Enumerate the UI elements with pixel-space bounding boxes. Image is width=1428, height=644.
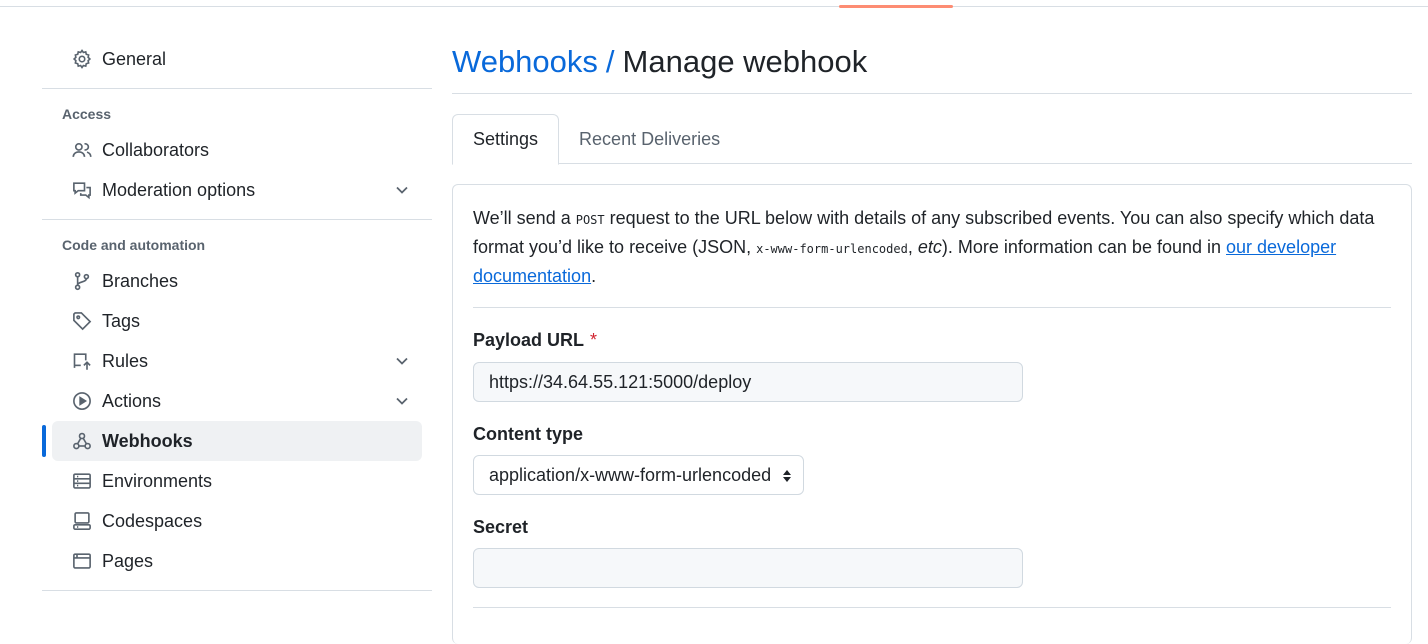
required-asterisk: * [590, 329, 598, 350]
divider [42, 88, 432, 89]
secret-label: Secret [473, 516, 529, 537]
codespaces-icon [72, 511, 92, 531]
payload-url-label-text: Payload URL [473, 329, 585, 350]
server-icon [72, 471, 92, 491]
gear-icon [72, 49, 92, 69]
divider [452, 93, 1412, 94]
chevron-down-icon [396, 357, 408, 365]
urlencoded-code: x-www-form-urlencoded [756, 242, 908, 256]
intro-part: . [591, 266, 597, 286]
sidebar-item-general[interactable]: General [52, 39, 422, 79]
page-title-text: Manage webhook [622, 44, 868, 79]
sidebar-item-label: General [102, 48, 167, 69]
sidebar-item-rules[interactable]: Rules [52, 341, 422, 381]
etc-text: etc [917, 237, 942, 257]
section-heading-access: Access [62, 106, 112, 122]
sidebar-item-tags[interactable]: Tags [52, 301, 422, 341]
tab-recent-deliveries[interactable]: Recent Deliveries [559, 114, 740, 164]
sidebar-item-codespaces[interactable]: Codespaces [52, 501, 422, 541]
chevron-down-icon [396, 397, 408, 405]
section-heading-code-automation: Code and automation [62, 237, 206, 253]
sidebar-item-label: Webhooks [102, 430, 193, 451]
sidebar-item-label: Tags [102, 310, 141, 331]
divider [42, 219, 432, 220]
content-type-label: Content type [473, 423, 583, 444]
intro-part: ). More information can be found in [941, 237, 1227, 257]
tab-settings[interactable]: Settings [452, 114, 560, 165]
webhook-icon [72, 431, 92, 451]
top-border [0, 6, 1428, 7]
sidebar-item-webhooks[interactable]: Webhooks [42, 421, 422, 461]
repo-tab-indicator [839, 5, 953, 8]
sidebar-item-label: Environments [102, 470, 213, 491]
content-type-value: application/x-www-form-urlencoded [489, 464, 772, 485]
divider [473, 607, 1391, 608]
main-content: Webhooks / Manage webhook Settings Recen… [452, 38, 1412, 644]
webhook-settings-panel: We’ll send a POST request to the URL bel… [452, 184, 1412, 644]
intro-text: We’ll send a POST request to the URL bel… [473, 205, 1391, 290]
chevron-down-icon [396, 186, 408, 194]
git-branch-icon [72, 271, 92, 291]
sidebar-item-label: Actions [102, 390, 162, 411]
divider [42, 590, 432, 591]
sidebar-item-label: Pages [102, 550, 154, 571]
sidebar-item-environments[interactable]: Environments [52, 461, 422, 501]
intro-part: We’ll send a [473, 208, 576, 228]
post-code: POST [575, 213, 605, 227]
sidebar-item-moderation[interactable]: Moderation options [52, 170, 422, 210]
sidebar-item-label: Moderation options [102, 179, 256, 200]
breadcrumb-separator: / [605, 44, 615, 79]
settings-sidebar: General Access Collaborators Moderation … [42, 38, 432, 600]
tab-bar: Settings Recent Deliveries [452, 114, 1412, 165]
people-icon [72, 140, 92, 160]
intro-part: , [907, 237, 918, 257]
sidebar-item-label: Rules [102, 350, 149, 371]
sidebar-item-collaborators[interactable]: Collaborators [52, 130, 422, 170]
sidebar-item-label: Branches [102, 270, 179, 291]
sidebar-item-branches[interactable]: Branches [52, 261, 422, 301]
select-arrows-icon [783, 470, 791, 482]
sidebar-item-actions[interactable]: Actions [52, 381, 422, 421]
content-type-select[interactable]: application/x-www-form-urlencoded [473, 455, 804, 495]
sidebar-item-pages[interactable]: Pages [52, 541, 422, 581]
browser-icon [72, 551, 92, 571]
divider [473, 307, 1391, 308]
breadcrumb-webhooks-link[interactable]: Webhooks [452, 44, 598, 80]
payload-url-input[interactable]: https://34.64.55.121:5000/deploy [473, 362, 1023, 402]
secret-input[interactable] [473, 548, 1023, 588]
sidebar-item-label: Codespaces [102, 510, 203, 531]
sidebar-item-label: Collaborators [102, 139, 210, 160]
comment-discussion-icon [72, 180, 92, 200]
play-icon [72, 391, 92, 411]
repo-push-icon [72, 351, 92, 371]
tag-icon [72, 311, 92, 331]
page-title: Webhooks / Manage webhook [452, 38, 1412, 86]
payload-url-label: Payload URL * [473, 327, 1391, 353]
